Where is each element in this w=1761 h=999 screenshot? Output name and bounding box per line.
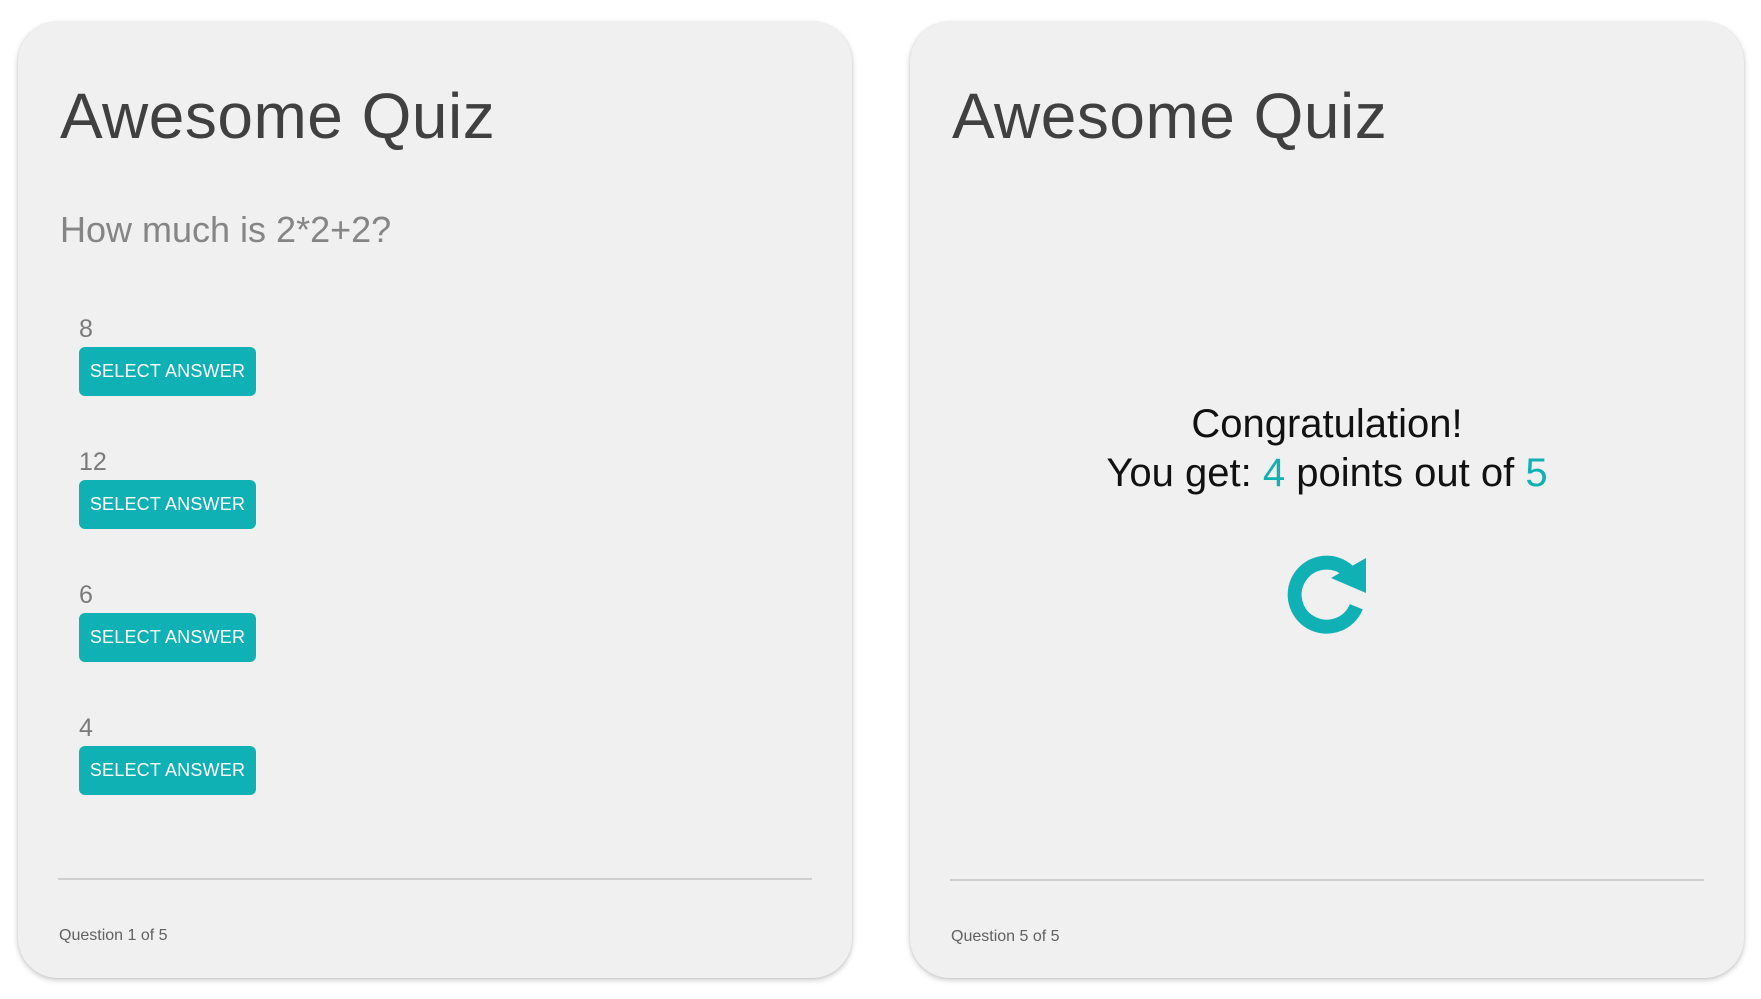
footer-divider: [58, 878, 812, 880]
answer-option: 8 SELECT ANSWER: [79, 314, 256, 447]
answer-label: 4: [79, 714, 93, 742]
result-message: Congratulation! You get: 4 points out of…: [910, 400, 1744, 498]
select-answer-button[interactable]: SELECT ANSWER: [79, 613, 256, 662]
answer-label: 8: [79, 315, 93, 343]
footer-divider: [950, 879, 1704, 881]
question-text: How much is 2*2+2?: [60, 209, 392, 250]
restart-icon: [1287, 555, 1366, 634]
select-answer-button[interactable]: SELECT ANSWER: [79, 480, 256, 529]
answer-label: 12: [79, 448, 107, 476]
answer-option: 6 SELECT ANSWER: [79, 580, 256, 713]
select-answer-button[interactable]: SELECT ANSWER: [79, 746, 256, 795]
answer-list: 8 SELECT ANSWER 12 SELECT ANSWER 6 SELEC…: [79, 314, 256, 846]
score-middle: points out of: [1296, 451, 1515, 495]
answer-label: 6: [79, 581, 93, 609]
question-progress: Question 1 of 5: [59, 927, 168, 944]
select-answer-button[interactable]: SELECT ANSWER: [79, 347, 256, 396]
quiz-title: Awesome Quiz: [60, 80, 496, 152]
answer-option: 12 SELECT ANSWER: [79, 447, 256, 580]
score-value: 4: [1262, 451, 1286, 495]
answer-option: 4 SELECT ANSWER: [79, 713, 256, 846]
quiz-card-question: Awesome Quiz How much is 2*2+2? 8 SELECT…: [18, 22, 852, 978]
result-heading: Congratulation!: [1191, 402, 1463, 446]
score-line: You get: 4 points out of 5: [910, 449, 1744, 498]
score-total: 5: [1525, 451, 1548, 495]
quiz-title: Awesome Quiz: [952, 80, 1388, 152]
question-progress: Question 5 of 5: [951, 928, 1060, 945]
quiz-card-result: Awesome Quiz Congratulation! You get: 4 …: [910, 22, 1744, 978]
score-prefix: You get:: [1106, 451, 1252, 495]
restart-button[interactable]: [1284, 552, 1370, 638]
